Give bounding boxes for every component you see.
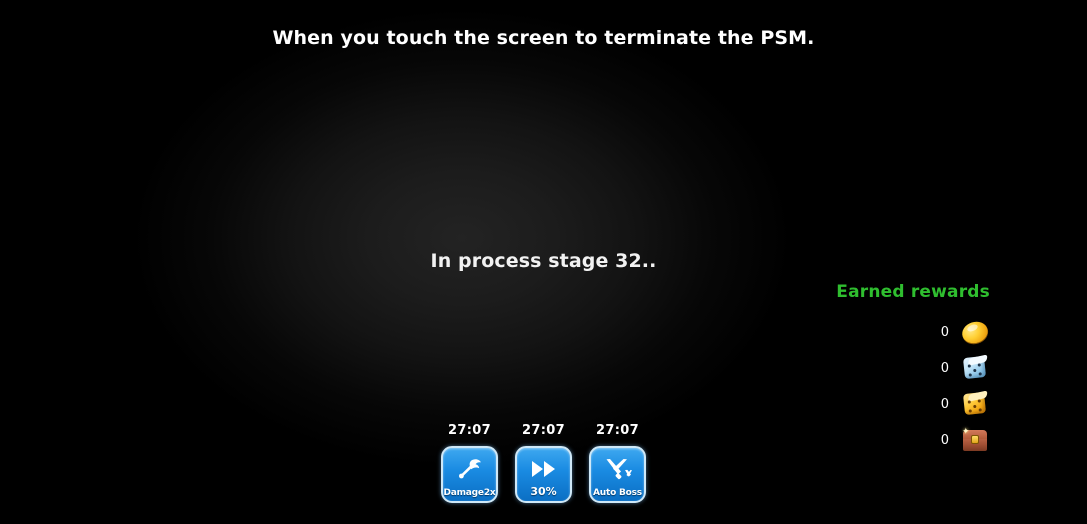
gold-dice-icon [960,389,990,419]
boost-speed-group: 27:07 30% [515,423,572,503]
boost-autoboss-group: 27:07 Auto Boss [589,423,646,503]
boost-damage-group: 27:07 Damage2x [441,423,498,503]
boost-button-bar: 27:07 Damage2x 27:07 30% 27:07 Auto Boss [0,423,1087,503]
page-title: When you touch the screen to terminate t… [272,27,815,49]
boost-timer-speed: 27:07 [522,423,565,438]
boost-label-autoboss: Auto Boss [593,488,642,498]
boost-label-damage: Damage2x [443,488,496,498]
stage-status-text: In process stage 32.. [430,250,657,272]
reward-count-coin: 0 [940,324,949,340]
game-screen: When you touch the screen to terminate t… [0,0,1087,524]
boost-label-speed: 30% [530,485,557,498]
axe-icon [455,455,485,482]
reward-count-gold-dice: 0 [940,396,949,412]
boost-button-damage[interactable]: Damage2x [441,446,498,503]
reward-row-gold-dice: 0 [770,386,990,422]
earned-rewards-title: Earned rewards [836,282,990,302]
reward-row-coin: 0 [770,314,991,350]
fast-forward-icon [529,455,559,482]
boost-button-autoboss[interactable]: Auto Boss [589,446,646,503]
reward-count-blue-dice: 0 [940,360,949,376]
gold-coin-icon [959,317,991,347]
crossed-swords-icon [603,455,633,482]
boost-timer-damage: 27:07 [448,423,491,438]
boost-timer-autoboss: 27:07 [596,423,639,438]
boost-button-speed[interactable]: 30% [515,446,572,503]
blue-dice-icon [960,353,990,383]
reward-row-blue-dice: 0 [770,350,990,386]
